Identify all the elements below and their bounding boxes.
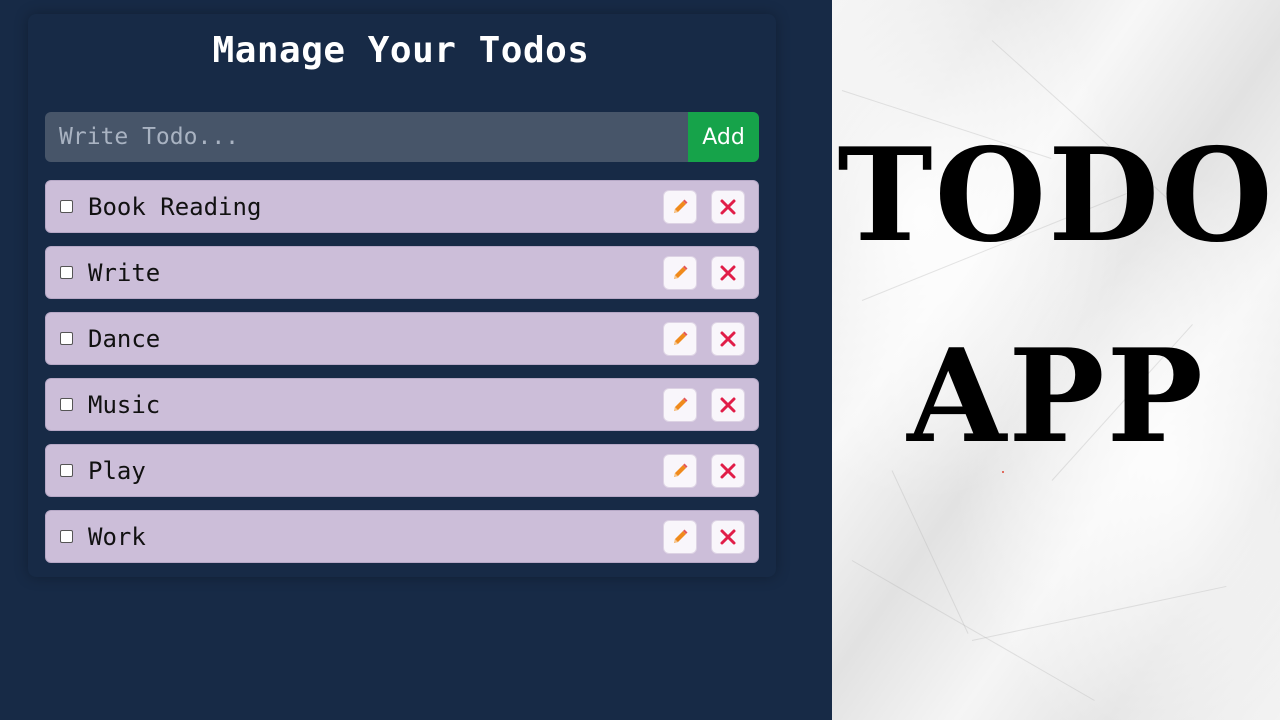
close-icon bbox=[720, 265, 736, 280]
edit-button[interactable] bbox=[663, 519, 697, 554]
todo-checkbox[interactable] bbox=[60, 332, 73, 345]
todo-item: Play bbox=[45, 444, 759, 497]
banner-title-line2: APP bbox=[907, 322, 1205, 472]
todo-input[interactable] bbox=[45, 112, 688, 162]
edit-button[interactable] bbox=[663, 189, 697, 224]
todo-text: Dance bbox=[88, 324, 161, 353]
delete-button[interactable] bbox=[711, 255, 745, 290]
todo-text: Book Reading bbox=[88, 192, 262, 221]
pencil-icon bbox=[674, 265, 688, 279]
edit-button[interactable] bbox=[663, 453, 697, 488]
todo-checkbox[interactable] bbox=[60, 398, 73, 411]
edit-button[interactable] bbox=[663, 321, 697, 356]
todo-checkbox[interactable] bbox=[60, 200, 73, 213]
todo-item: Dance bbox=[45, 312, 759, 365]
todo-item: Book Reading bbox=[45, 180, 759, 233]
paper-speck bbox=[1002, 471, 1004, 473]
close-icon bbox=[720, 463, 736, 478]
banner-panel: TODO APP bbox=[832, 0, 1280, 720]
close-icon bbox=[720, 199, 736, 214]
todo-item: Work bbox=[45, 510, 759, 563]
edit-button[interactable] bbox=[663, 387, 697, 422]
delete-button[interactable] bbox=[711, 453, 745, 488]
pencil-icon bbox=[674, 397, 688, 411]
delete-button[interactable] bbox=[711, 519, 745, 554]
pencil-icon bbox=[674, 529, 688, 543]
delete-button[interactable] bbox=[711, 189, 745, 224]
add-button[interactable]: Add bbox=[688, 112, 759, 162]
todo-text: Music bbox=[88, 390, 161, 419]
todo-text: Work bbox=[88, 522, 146, 551]
delete-button[interactable] bbox=[711, 387, 745, 422]
todo-item: Write bbox=[45, 246, 759, 299]
close-icon bbox=[720, 331, 736, 346]
app-panel: Manage Your Todos Add Book Reading Write bbox=[0, 0, 832, 720]
banner-title-line1: TODO bbox=[837, 121, 1275, 271]
todo-form: Add bbox=[45, 112, 759, 162]
todo-text: Play bbox=[88, 456, 146, 485]
close-icon bbox=[720, 529, 736, 544]
close-icon bbox=[720, 397, 736, 412]
todo-checkbox[interactable] bbox=[60, 530, 73, 543]
page-title: Manage Your Todos bbox=[212, 30, 590, 71]
todo-text: Write bbox=[88, 258, 161, 287]
pencil-icon bbox=[674, 331, 688, 345]
pencil-icon bbox=[674, 463, 688, 477]
edit-button[interactable] bbox=[663, 255, 697, 290]
todo-checkbox[interactable] bbox=[60, 464, 73, 477]
pencil-icon bbox=[674, 199, 688, 213]
delete-button[interactable] bbox=[711, 321, 745, 356]
todo-checkbox[interactable] bbox=[60, 266, 73, 279]
todo-item: Music bbox=[45, 378, 759, 431]
